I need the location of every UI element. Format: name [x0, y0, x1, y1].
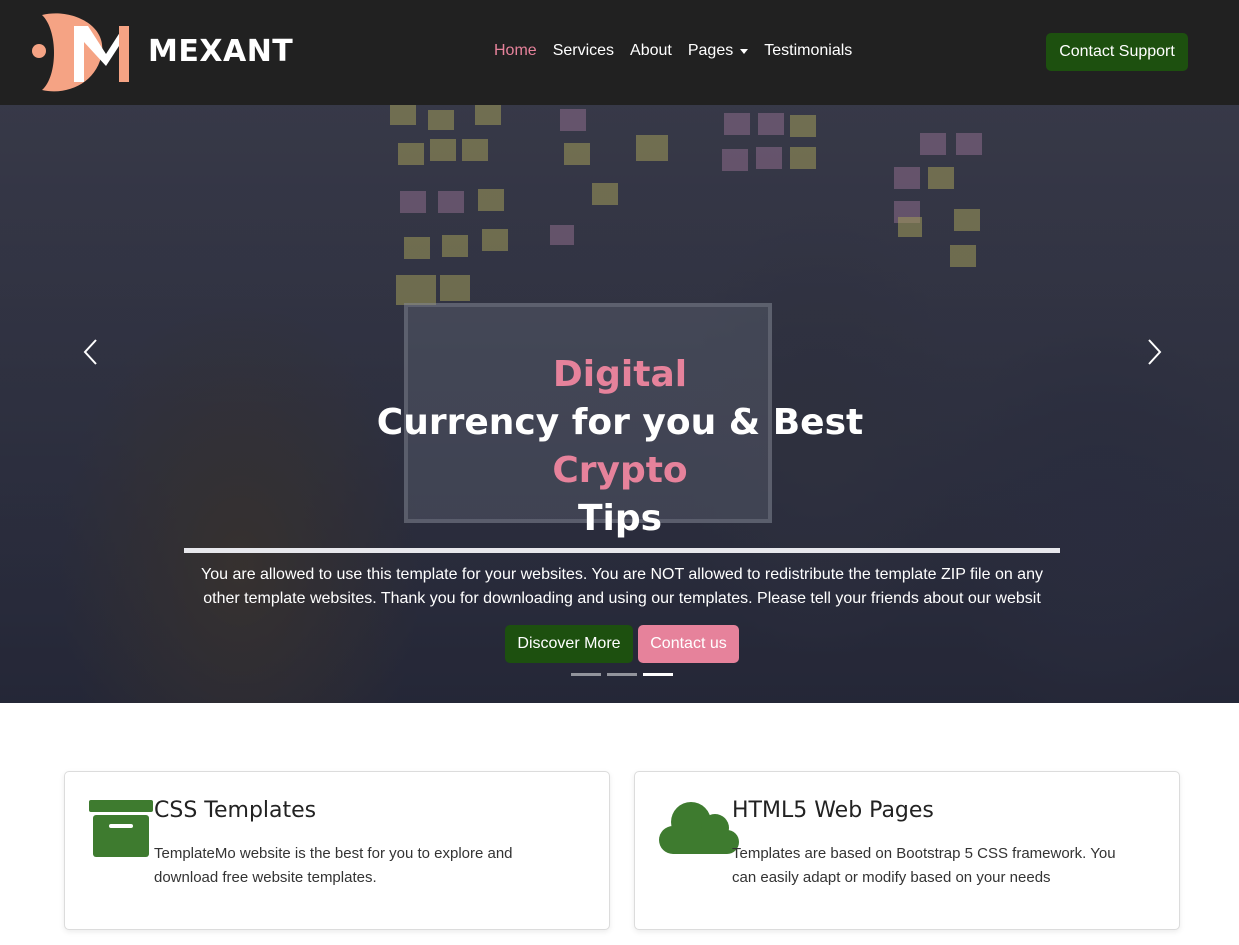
- feature-card-css-templates: CSS Templates TemplateMo website is the …: [64, 771, 610, 930]
- carousel-indicators: [571, 673, 673, 676]
- hero-title-line-2: Currency for you & Best: [376, 402, 864, 443]
- hero-carousel: Digital Currency for you & Best Crypto T…: [0, 105, 1239, 703]
- archive-box-icon: [89, 800, 153, 857]
- chevron-left-icon: [83, 339, 97, 365]
- brand[interactable]: MEXANT: [30, 12, 293, 92]
- feature-text: Templates are based on Bootstrap 5 CSS f…: [732, 845, 1116, 886]
- nav-pages-dropdown[interactable]: Pages: [687, 42, 749, 60]
- nav-home[interactable]: Home: [494, 42, 537, 60]
- hero-buttons: Discover More Contact us: [505, 625, 739, 663]
- hero-title-line-4: Tips: [577, 498, 663, 539]
- feature-card-html5: HTML5 Web Pages Templates are based on B…: [634, 771, 1180, 930]
- hero-description: You are allowed to use this template for…: [201, 566, 1043, 607]
- mexant-logo-icon: [32, 13, 129, 92]
- carousel-indicator-3[interactable]: [643, 673, 673, 676]
- contact-support-button[interactable]: Contact Support: [1046, 33, 1188, 71]
- feature-title: HTML5 Web Pages: [732, 798, 934, 823]
- hero-divider: [184, 548, 1060, 553]
- feature-text: TemplateMo website is the best for you t…: [154, 845, 513, 886]
- carousel-indicator-1[interactable]: [571, 673, 601, 676]
- nav-services[interactable]: Services: [553, 42, 614, 60]
- main-nav: Home Services About Pages Testimonials: [494, 42, 852, 60]
- brand-name: MEXANT: [148, 34, 294, 69]
- hero-title-line-3: Crypto: [552, 450, 688, 491]
- chevron-right-icon: [1148, 339, 1162, 365]
- carousel-next-button[interactable]: [1143, 337, 1165, 367]
- nav-pages-label: Pages: [687, 42, 734, 59]
- nav-testimonials[interactable]: Testimonials: [764, 42, 852, 60]
- feature-title: CSS Templates: [154, 798, 317, 823]
- caret-down-icon: [740, 49, 749, 54]
- nav-about[interactable]: About: [630, 42, 672, 60]
- discover-more-button[interactable]: Discover More: [505, 625, 633, 663]
- carousel-prev-button[interactable]: [80, 337, 102, 367]
- contact-us-button[interactable]: Contact us: [638, 625, 739, 663]
- carousel-indicator-2[interactable]: [607, 673, 637, 676]
- cloud-icon: [659, 802, 739, 854]
- hero-title: Digital Currency for you & Best Crypto T…: [320, 351, 920, 543]
- navbar: MEXANT Home Services About Pages Testimo…: [0, 0, 1239, 105]
- hero-title-line-1: Digital: [552, 354, 688, 395]
